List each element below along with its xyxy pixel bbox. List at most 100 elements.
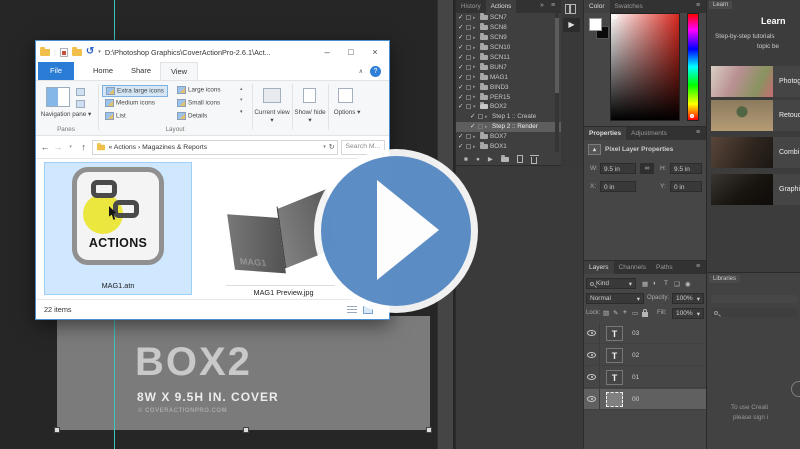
file-name[interactable]: MAG1 Preview.jpg (221, 288, 346, 297)
action-item[interactable]: ✓▸SCN11 (456, 53, 561, 63)
learn-card-graphic-design[interactable]: Graphi (711, 174, 800, 205)
height-field[interactable]: 9.5 in (670, 163, 702, 174)
learn-card-retouching[interactable]: Retouc (711, 100, 800, 131)
forward-icon[interactable]: → (53, 142, 63, 152)
delete-icon[interactable] (531, 157, 537, 164)
blend-mode-dropdown[interactable]: Normal▾ (586, 293, 644, 304)
tab-paths[interactable]: Paths (651, 261, 678, 274)
lock-paint-icon[interactable]: ✎ (613, 309, 618, 317)
document-canvas[interactable]: BOX2 8W X 9.5H IN. COVER © COVERACTIONPR… (57, 316, 430, 430)
up-icon[interactable]: ↑ (79, 142, 89, 152)
action-item[interactable]: ✓▸SCN10 (456, 43, 561, 53)
check-icon[interactable]: ✓ (458, 44, 464, 51)
filter-pixel-icon[interactable]: ▦ (642, 280, 648, 288)
layer-name[interactable]: 01 (632, 374, 639, 381)
opacity-dropdown[interactable]: 100%▾ (672, 293, 704, 304)
layer-row[interactable]: T 02 (584, 345, 706, 366)
action-item-expanded[interactable]: ✓▾BOX2 (456, 102, 561, 112)
tab-libraries[interactable]: Libraries (709, 275, 740, 283)
check-icon[interactable]: ✓ (458, 133, 464, 140)
pixel-layer-thumbnail[interactable] (606, 392, 623, 407)
collapse-ribbon-icon[interactable]: ∧ (359, 68, 363, 75)
check-icon[interactable]: ✓ (458, 24, 464, 31)
expand-icon[interactable]: ▸ (473, 15, 478, 21)
check-icon[interactable]: ✓ (458, 103, 464, 110)
explorer-titlebar[interactable]: | ↺ ▾ D:\Photoshop Graphics\CoverActionP… (36, 41, 389, 63)
dialog-toggle[interactable] (478, 114, 483, 119)
panel-menu-icon[interactable]: ≡ (551, 2, 555, 9)
visibility-cell[interactable] (584, 367, 600, 388)
close-button[interactable]: × (365, 47, 385, 57)
dialog-toggle[interactable] (466, 45, 471, 50)
color-picker-gradient[interactable] (610, 13, 680, 121)
check-icon[interactable]: ✓ (458, 64, 464, 71)
details-pane-icon[interactable] (76, 100, 85, 108)
eye-icon[interactable] (587, 330, 596, 336)
check-icon[interactable]: ✓ (458, 143, 464, 150)
action-item[interactable]: ✓▸PER15 (456, 92, 561, 102)
breadcrumb[interactable]: « Actions › Magazines & Reports (109, 144, 321, 151)
expand-icon[interactable]: ▸ (473, 45, 478, 51)
layout-medium-icons[interactable]: Medium icons (102, 98, 158, 108)
layout-small-icons[interactable]: Small icons (174, 98, 223, 108)
visibility-cell[interactable] (584, 323, 600, 344)
dialog-toggle[interactable] (466, 85, 471, 90)
panel-menu-icon[interactable]: ≡ (696, 263, 700, 270)
show-hide-button[interactable]: Show/ hide ▾ (294, 109, 326, 124)
transform-handle-right[interactable] (426, 427, 432, 433)
action-item[interactable]: ✓▸SCN7 (456, 13, 561, 23)
dialog-toggle[interactable] (466, 55, 471, 60)
layer-name[interactable]: 02 (632, 352, 639, 359)
filter-shape-icon[interactable]: ❑ (674, 280, 680, 288)
y-field[interactable]: 0 in (670, 181, 702, 192)
libraries-dropdown[interactable] (711, 295, 797, 303)
minimize-button[interactable]: – (317, 47, 337, 57)
quick-access-properties-icon[interactable] (60, 48, 68, 57)
check-icon[interactable]: ✓ (458, 34, 464, 41)
x-field[interactable]: 0 in (600, 181, 636, 192)
history-panel-icon[interactable] (565, 4, 576, 14)
expand-icon[interactable]: ▸ (473, 84, 478, 90)
new-action-icon[interactable] (517, 155, 523, 163)
tab-history[interactable]: History (456, 0, 486, 13)
layout-list[interactable]: List (102, 111, 129, 121)
dialog-toggle[interactable] (466, 25, 471, 30)
tab-actions[interactable]: Actions (486, 0, 517, 13)
preview-pane-icon[interactable] (76, 88, 85, 96)
action-item[interactable]: ✓▸MAG1 (456, 72, 561, 82)
play-icon[interactable]: ▶ (488, 155, 493, 163)
address-box[interactable]: « Actions › Magazines & Reports ▾ ↻ (92, 140, 339, 155)
tab-swatches[interactable]: Swatches (610, 0, 648, 13)
text-layer-thumbnail[interactable]: T (606, 348, 623, 363)
stop-icon[interactable]: ■ (464, 156, 468, 163)
expand-icon[interactable]: ▸ (473, 134, 478, 140)
maximize-button[interactable]: □ (341, 47, 361, 57)
filter-adjustment-icon[interactable]: ◐ (653, 280, 657, 287)
new-set-icon[interactable] (501, 157, 509, 162)
qat-dropdown-icon[interactable]: ▾ (98, 49, 101, 55)
expand-icon[interactable]: ▸ (473, 64, 478, 70)
quick-access-folder-icon[interactable] (40, 49, 50, 56)
panel-collapse-icon[interactable]: » (540, 2, 544, 9)
action-item[interactable]: ✓▸BIND3 (456, 82, 561, 92)
expand-icon[interactable]: ▸ (473, 25, 478, 31)
layer-name[interactable]: 03 (632, 330, 639, 337)
tab-share[interactable]: Share (122, 62, 160, 80)
recent-locations-icon[interactable]: ▾ (66, 144, 76, 150)
dialog-toggle[interactable] (466, 65, 471, 70)
layer-row-selected[interactable]: 00 (584, 389, 706, 410)
quick-access-newfolder-icon[interactable] (72, 49, 82, 56)
dialog-toggle[interactable] (466, 15, 471, 20)
file-item-selected[interactable]: ACTIONS MAG1.atn (44, 162, 192, 295)
tab-file[interactable]: File (38, 62, 74, 80)
expand-icon[interactable]: ▸ (485, 114, 490, 120)
lock-all-icon[interactable] (642, 312, 648, 317)
eye-icon[interactable] (587, 396, 596, 402)
action-item[interactable]: ✓▸SCN9 (456, 33, 561, 43)
lock-artboard-icon[interactable]: ▭ (632, 309, 638, 317)
tab-view[interactable]: View (160, 62, 198, 80)
lock-transparent-icon[interactable]: ▨ (603, 309, 609, 317)
expand-icon[interactable]: ▸ (473, 74, 478, 80)
address-dropdown-icon[interactable]: ▾ (323, 144, 326, 150)
current-view-button[interactable]: Current view ▾ (254, 109, 290, 124)
